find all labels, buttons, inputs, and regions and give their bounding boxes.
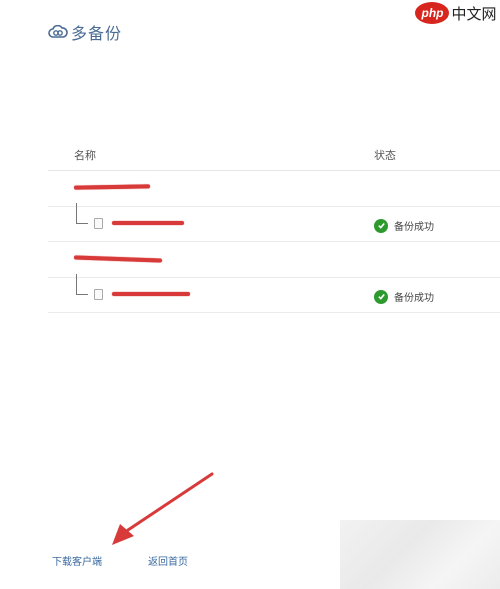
- back-home-link[interactable]: 返回首页: [148, 553, 188, 568]
- blurred-region: [340, 520, 500, 589]
- download-client-link[interactable]: 下载客户端: [52, 553, 102, 568]
- annotation-arrow-icon: [112, 472, 214, 545]
